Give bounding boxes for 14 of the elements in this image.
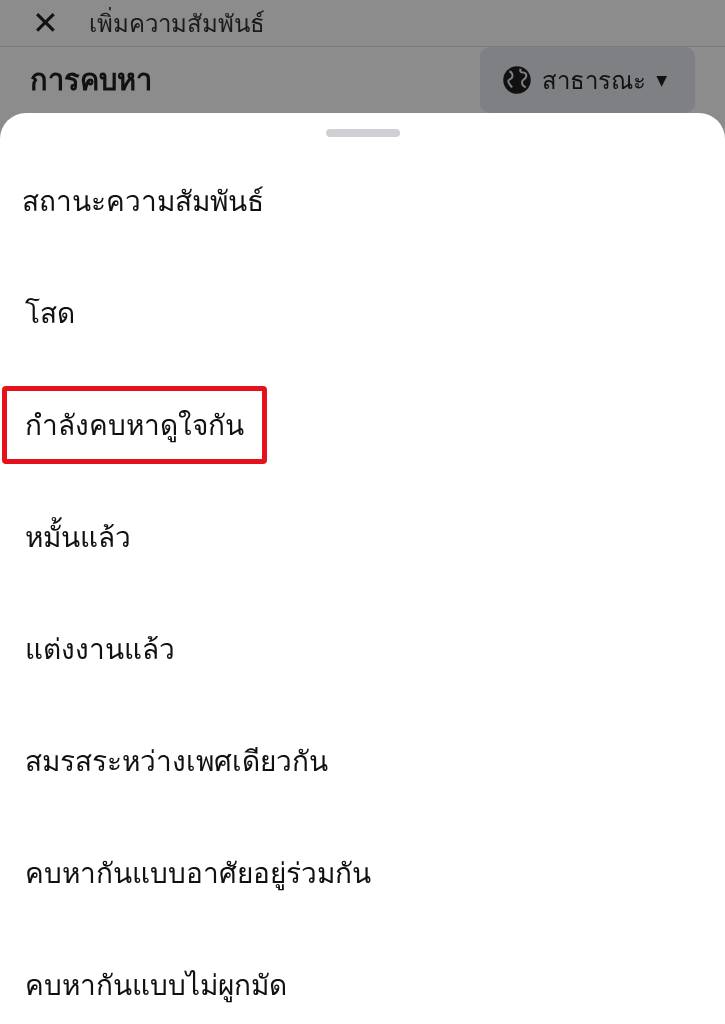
status-option[interactable]: แต่งงานแล้ว xyxy=(2,610,198,688)
sheet-heading: สถานะความสัมพันธ์ xyxy=(21,184,265,220)
section-title: การคบหา xyxy=(30,62,152,99)
status-option[interactable]: คบหากันแบบไม่ผูกมัด xyxy=(2,946,310,1024)
status-option[interactable]: สมรสระหว่างเพศเดียวกัน xyxy=(2,722,351,800)
status-option[interactable]: โสด xyxy=(2,274,98,352)
globe-icon xyxy=(502,65,533,95)
status-option[interactable]: หมั้นแล้ว xyxy=(2,498,154,576)
status-option[interactable]: กำลังคบหาดูใจกัน xyxy=(2,386,267,464)
close-button[interactable]: ✕ xyxy=(32,7,59,39)
status-option[interactable]: คบหากันแบบอาศัยอยู่ร่วมกัน xyxy=(2,834,394,912)
page-title: เพิ่มความสัมพันธ์ xyxy=(88,6,265,40)
privacy-button[interactable]: สาธารณะ ▼ xyxy=(480,47,695,113)
drag-handle[interactable] xyxy=(325,129,400,137)
